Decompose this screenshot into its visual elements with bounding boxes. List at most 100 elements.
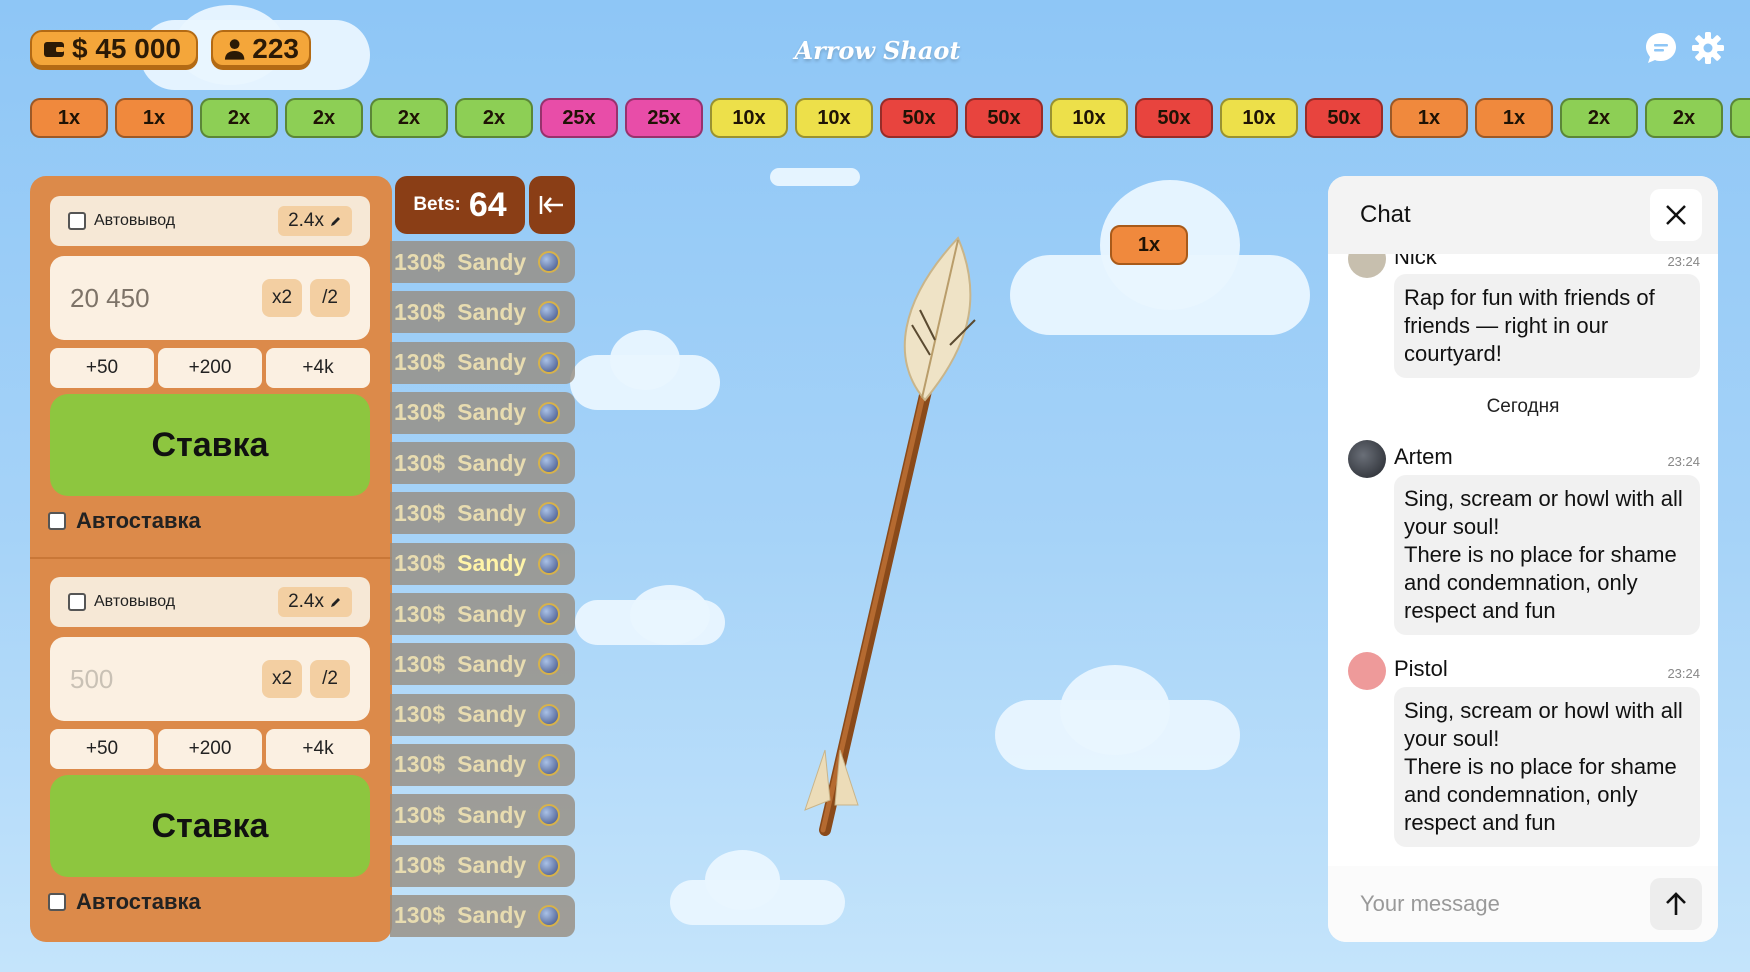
place-bet-button[interactable]: Ставка — [50, 394, 370, 496]
message-text: Sing, scream or howl with all your soul!… — [1394, 687, 1700, 847]
bet-amount: 130$ — [394, 550, 446, 577]
cloud — [770, 168, 860, 186]
bet-row: 130$ Sandy — [390, 643, 575, 686]
bet-amount-field[interactable]: 500 x2 /2 — [50, 637, 370, 721]
multiplier-chip: 2x — [1560, 98, 1638, 138]
bet-amount: 130$ — [394, 852, 446, 879]
coin-icon — [538, 753, 561, 776]
double-bet-button[interactable]: x2 — [262, 279, 302, 317]
half-bet-button[interactable]: /2 — [310, 660, 350, 698]
multiplier-chip: 10x — [795, 98, 873, 138]
chat-message: Pistol 23:24 Sing, scream or howl with a… — [1348, 652, 1700, 847]
auto-cashout-value[interactable]: 2.4x — [278, 587, 352, 617]
bet-row: 130$ Sandy — [390, 341, 575, 384]
bet-amount: 130$ — [394, 399, 446, 426]
message-time: 23:24 — [1667, 254, 1700, 269]
divider — [30, 557, 392, 559]
coin-icon — [538, 251, 561, 273]
auto-cashout-label: Автовывод — [94, 593, 176, 610]
quick-add-200-button[interactable]: +200 — [158, 729, 262, 769]
multiplier-chip: 50x — [880, 98, 958, 138]
coin-icon — [538, 552, 561, 575]
bet-row: 130$ Sandy — [390, 391, 575, 434]
multiplier-chip: 50x — [1305, 98, 1383, 138]
bet-amount: 130$ — [394, 499, 446, 526]
coin-icon — [538, 351, 561, 374]
auto-cashout-row: Автовывод 2.4x — [50, 196, 370, 246]
bet-block-2: Автовывод 2.4x 500 x2 /2 +50 +200 +4k Ст… — [48, 577, 370, 915]
current-multiplier-badge: 1x — [1110, 225, 1188, 265]
coin-icon — [538, 904, 561, 927]
multiplier-chip: 2x — [455, 98, 533, 138]
bets-label: Bets: — [413, 194, 461, 215]
autostake-checkbox[interactable] — [48, 893, 66, 911]
online-badge[interactable]: 223 — [211, 30, 311, 67]
bettor-name: Sandy — [457, 399, 527, 426]
multiplier-chip: 10x — [1220, 98, 1298, 138]
bet-row: 130$ Sandy — [390, 743, 575, 786]
autostake-checkbox[interactable] — [48, 512, 66, 530]
day-separator: Сегодня — [1486, 396, 1560, 417]
quick-add-200-button[interactable]: +200 — [158, 348, 262, 388]
double-bet-button[interactable]: x2 — [262, 660, 302, 698]
bet-amount: 130$ — [394, 349, 446, 376]
bettor-name: Sandy — [457, 852, 527, 879]
chat-panel: Chat Nick 23:24 Rap for fun with friends… — [1328, 176, 1718, 942]
quick-add-50-button[interactable]: +50 — [50, 729, 154, 769]
autostake-row[interactable]: Автоставка — [48, 508, 370, 534]
send-message-button[interactable] — [1650, 878, 1702, 930]
bets-list: 130$ Sandy 130$ Sandy 130$ Sandy 130$ Sandy 130$… — [390, 241, 575, 945]
auto-cashout-checkbox[interactable] — [68, 212, 86, 230]
quick-add-row: +50 +200 +4k — [50, 729, 370, 769]
bettor-name: Sandy — [457, 298, 527, 325]
auto-cashout-value[interactable]: 2.4x — [278, 206, 352, 236]
bets-counter: Bets: 64 — [395, 176, 525, 234]
bet-row: 130$ Sandy — [390, 442, 575, 485]
auto-cashout-checkbox[interactable] — [68, 593, 86, 611]
user-icon — [224, 38, 245, 60]
chat-message: Nick 23:24 Rap for fun with friends of f… — [1348, 254, 1700, 390]
auto-cashout-value-text: 2.4x — [288, 591, 324, 612]
chat-close-button[interactable] — [1650, 189, 1702, 241]
quick-add-4k-button[interactable]: +4k — [266, 729, 370, 769]
multiplier-chip — [1730, 98, 1750, 138]
quick-add-row: +50 +200 +4k — [50, 348, 370, 388]
bet-row: 130$ Sandy — [390, 241, 575, 283]
bet-amount-field[interactable]: 20 450 x2 /2 — [50, 256, 370, 340]
cloud — [705, 850, 780, 910]
logo-text-left: Arrow — [794, 35, 876, 65]
multiplier-chip: 2x — [285, 98, 363, 138]
message-author: Nick — [1394, 254, 1437, 269]
avatar — [1348, 440, 1386, 478]
bettor-name: Sandy — [457, 801, 527, 828]
auto-cashout-label: Автовывод — [94, 212, 176, 229]
auto-cashout-row: Автовывод 2.4x — [50, 577, 370, 627]
bettor-name: Sandy — [457, 902, 527, 929]
balance-badge[interactable]: $ 45 000 — [30, 30, 198, 67]
quick-add-50-button[interactable]: +50 — [50, 348, 154, 388]
autostake-label: Автоставка — [76, 508, 201, 533]
chat-message-input[interactable] — [1360, 891, 1650, 917]
quick-add-4k-button[interactable]: +4k — [266, 348, 370, 388]
half-bet-button[interactable]: /2 — [310, 279, 350, 317]
settings-gear-icon[interactable] — [1690, 30, 1726, 66]
arrow-graphic — [804, 236, 976, 836]
chat-toggle-icon[interactable] — [1643, 30, 1679, 66]
bet-row: 130$ Sandy — [390, 542, 575, 585]
bet-panel: Автовывод 2.4x 20 450 x2 /2 +50 +200 +4k… — [30, 176, 392, 942]
autostake-row[interactable]: Автоставка — [48, 889, 370, 915]
bet-amount-value[interactable]: 20 450 — [70, 283, 254, 314]
chat-message: Artem 23:24 Sing, scream or howl with al… — [1348, 440, 1700, 635]
message-author: Pistol — [1394, 656, 1448, 681]
bettor-name: Sandy — [457, 349, 527, 376]
multiplier-history: 1x 1x 2x 2x 2x 2x 25x 25x 10x 10x 50x 50x 10x 50x 10x 5… — [30, 98, 1750, 138]
collapse-bets-button[interactable] — [529, 176, 575, 234]
place-bet-button[interactable]: Ставка — [50, 775, 370, 877]
bet-amount-placeholder[interactable]: 500 — [70, 664, 254, 695]
chat-messages: Nick 23:24 Rap for fun with friends of f… — [1328, 254, 1718, 866]
multiplier-chip: 25x — [625, 98, 703, 138]
bet-row: 130$ Sandy — [390, 794, 575, 837]
close-icon — [1666, 205, 1686, 225]
cloud — [610, 330, 680, 390]
bet-amount: 130$ — [394, 751, 446, 778]
